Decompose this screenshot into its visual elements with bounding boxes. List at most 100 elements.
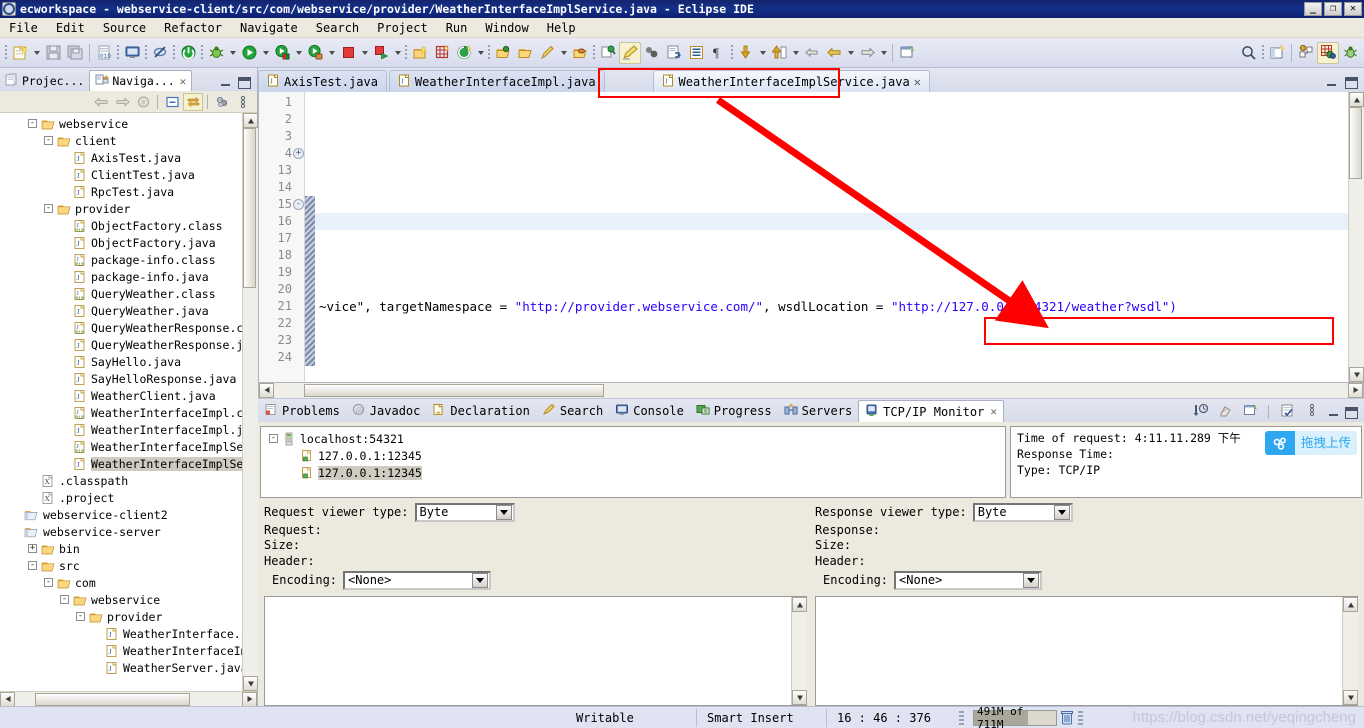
tree-item[interactable]: J WeatherInterfaceImplSe xyxy=(0,455,242,472)
minimize-icon[interactable] xyxy=(219,77,232,89)
scroll-thumb[interactable] xyxy=(304,383,604,397)
new-package-dropdown-icon[interactable] xyxy=(475,42,486,64)
save-all-icon[interactable] xyxy=(64,42,86,64)
scroll-down-button[interactable] xyxy=(243,676,258,691)
editor-tab-weatherinterfaceimplservice[interactable]: J WeatherInterfaceImplService.java ✕ xyxy=(652,70,930,92)
run-dropdown-icon[interactable] xyxy=(260,42,271,64)
scroll-left-button[interactable] xyxy=(0,691,15,707)
menu-help[interactable]: Help xyxy=(538,19,585,37)
monitor-connection-tree[interactable]: - localhost:54321 127.0.0.1:12345 127.0.0.1… xyxy=(260,426,1006,498)
menu-search[interactable]: Search xyxy=(307,19,368,37)
next-annotation-dropdown-icon[interactable] xyxy=(757,42,768,64)
maximize-icon[interactable] xyxy=(1345,77,1358,89)
tree-item[interactable]: - com xyxy=(0,574,242,591)
scroll-thumb[interactable] xyxy=(1349,107,1362,179)
prev-annotation-icon[interactable] xyxy=(768,42,790,64)
editor-vertical-scrollbar[interactable] xyxy=(1348,92,1364,382)
tab-project-explorer[interactable]: Projec... xyxy=(0,70,89,91)
scroll-down-button[interactable] xyxy=(792,690,807,705)
scroll-track[interactable] xyxy=(1343,612,1358,690)
run-icon[interactable] xyxy=(238,42,260,64)
tree-item[interactable]: J WeatherInterfaceImpl.j xyxy=(0,642,242,659)
pencil-dropdown-icon[interactable] xyxy=(558,42,569,64)
new-java-project-icon[interactable] xyxy=(409,42,431,64)
tree-item[interactable]: J RpcTest.java xyxy=(0,183,242,200)
export-icon[interactable] xyxy=(663,42,685,64)
chevron-down-icon[interactable] xyxy=(495,504,512,520)
monitor-tree-item[interactable]: - localhost:54321 xyxy=(265,430,1001,447)
bottom-tab-problems[interactable]: Problems xyxy=(258,400,346,422)
code-line[interactable] xyxy=(305,247,1348,264)
new-window-icon[interactable] xyxy=(896,42,918,64)
tree-item[interactable]: - provider xyxy=(0,608,242,625)
editor-horizontal-scrollbar[interactable] xyxy=(258,382,1364,398)
stop-dropdown-icon[interactable] xyxy=(359,42,370,64)
new-wizard-icon[interactable] xyxy=(9,42,31,64)
request-viewer-type-select[interactable]: Byte xyxy=(414,502,515,522)
bottom-tab-progress[interactable]: Progress xyxy=(690,400,778,422)
open-console-icon[interactable] xyxy=(121,42,143,64)
maximize-icon[interactable] xyxy=(238,77,251,89)
bottom-tab-search[interactable]: Search xyxy=(536,400,609,422)
back-icon[interactable] xyxy=(823,42,845,64)
view-menu-icon[interactable] xyxy=(212,93,232,111)
tree-item[interactable]: J SayHello.java xyxy=(0,353,242,370)
menu-refactor[interactable]: Refactor xyxy=(155,19,231,37)
scroll-track[interactable] xyxy=(243,128,258,676)
scroll-track[interactable] xyxy=(792,612,807,690)
tree-item[interactable]: J SayHelloResponse.java xyxy=(0,370,242,387)
new-annotation-icon[interactable] xyxy=(431,42,453,64)
bottom-tab-javadoc[interactable]: @ Javadoc xyxy=(346,400,427,422)
code-line[interactable] xyxy=(305,213,1348,230)
tree-item[interactable]: J WeatherInterface.java xyxy=(0,625,242,642)
java-perspective-icon[interactable] xyxy=(1295,42,1317,64)
response-viewer-type-select[interactable]: Byte xyxy=(972,502,1073,522)
menu-window[interactable]: Window xyxy=(476,19,537,37)
monitor-tree-item[interactable]: 127.0.0.1:12345 xyxy=(265,464,1001,481)
trash-icon[interactable] xyxy=(1059,710,1075,726)
tree-item[interactable]: - provider xyxy=(0,200,242,217)
scroll-right-button[interactable] xyxy=(1348,382,1363,398)
collapse-icon[interactable]: - xyxy=(28,561,37,570)
scroll-left-button[interactable] xyxy=(259,382,274,398)
open-folder-icon[interactable] xyxy=(514,42,536,64)
next-annotation-icon[interactable] xyxy=(735,42,757,64)
tree-item[interactable]: J AxisTest.java xyxy=(0,149,242,166)
forward-icon[interactable] xyxy=(112,93,132,111)
expand-icon[interactable]: + xyxy=(28,544,37,553)
menu-edit[interactable]: Edit xyxy=(47,19,94,37)
tree-item[interactable]: - webservice xyxy=(0,591,242,608)
open-task-icon[interactable] xyxy=(569,42,591,64)
run-server-icon[interactable] xyxy=(271,42,293,64)
request-encoding-select[interactable]: <None> xyxy=(343,570,492,590)
tree-item[interactable]: J ObjectFactory.java xyxy=(0,234,242,251)
maximize-button[interactable]: ❐ xyxy=(1324,2,1342,16)
link-with-editor-icon[interactable] xyxy=(183,92,203,111)
baidu-pan-upload-chip[interactable]: 拖拽上传 xyxy=(1264,431,1357,455)
menu-source[interactable]: Source xyxy=(94,19,155,37)
collapse-icon[interactable]: - xyxy=(28,119,37,128)
code-line[interactable] xyxy=(305,162,1348,179)
tree-item[interactable]: webservice-server xyxy=(0,523,242,540)
tree-item[interactable]: J WeatherInterfaceImpl.j xyxy=(0,421,242,438)
response-content-box[interactable] xyxy=(815,596,1358,706)
collapse-icon[interactable]: - xyxy=(269,434,278,443)
collapse-icon[interactable]: - xyxy=(44,204,53,213)
forward-dropdown-icon[interactable] xyxy=(878,42,889,64)
menu-run[interactable]: Run xyxy=(437,19,477,37)
fold-expand-icon[interactable]: + xyxy=(293,148,304,159)
code-line[interactable]: ~vice", targetNamespace = "http://provid… xyxy=(305,298,1348,315)
chevron-down-icon[interactable] xyxy=(1023,572,1040,588)
code-editor[interactable]: 1 2 3 4 +13 14 15-16 17 18 19 20 21 22 23 24 ~vice", t… xyxy=(258,92,1364,383)
response-vertical-scrollbar[interactable] xyxy=(1342,597,1358,705)
properties-icon[interactable] xyxy=(1240,401,1260,419)
pencil-icon[interactable] xyxy=(536,42,558,64)
request-vertical-scrollbar[interactable] xyxy=(791,597,807,705)
chevron-down-icon[interactable] xyxy=(472,572,489,588)
code-line[interactable] xyxy=(305,315,1348,332)
code-line[interactable] xyxy=(305,230,1348,247)
terminate-icon[interactable] xyxy=(177,42,199,64)
editor-viewport[interactable]: 1 2 3 4 +13 14 15-16 17 18 19 20 21 22 23 24 ~vice", t… xyxy=(259,92,1348,382)
new-wizard-dropdown-icon[interactable] xyxy=(31,42,42,64)
back-icon[interactable] xyxy=(91,93,111,111)
